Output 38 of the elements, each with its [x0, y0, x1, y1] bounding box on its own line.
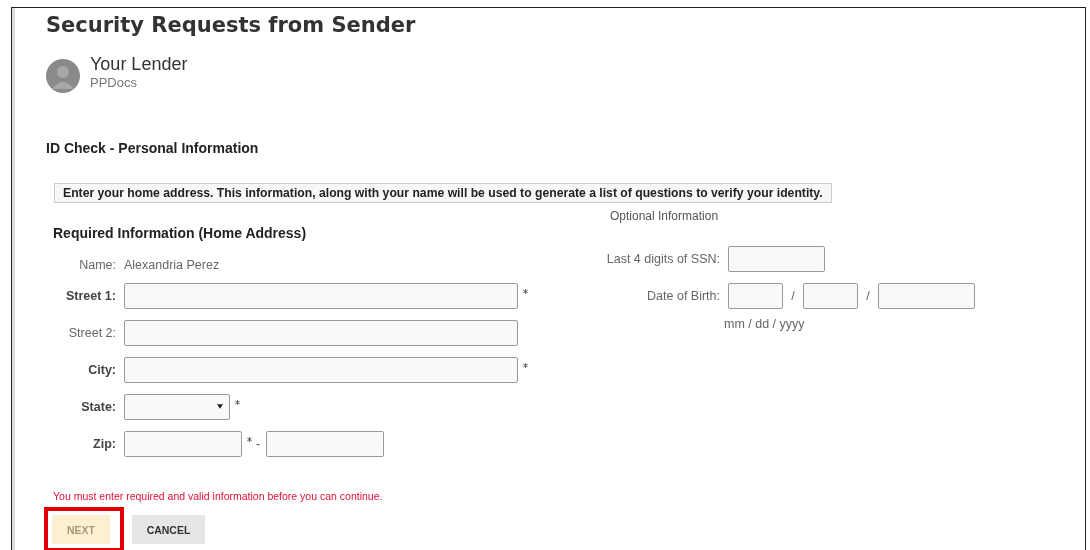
day-field[interactable] [803, 282, 858, 309]
cancel-button[interactable]: CANCEL [132, 515, 205, 544]
sender-name: Your Lender [90, 53, 188, 75]
field-label: State: [80, 399, 116, 414]
required-icon [247, 437, 252, 442]
state-dropdown[interactable] [124, 393, 230, 420]
date-format-hint: mm / dd / yyyy [724, 317, 805, 331]
birth-date-label: Date of Birth: [646, 288, 720, 303]
zip-field[interactable] [124, 430, 242, 457]
required-icon [523, 363, 528, 368]
section-title: ID Check - Personal Information [46, 140, 260, 156]
caret-icon [217, 404, 223, 409]
page-title: Security Requests from Sender [46, 12, 417, 39]
input-field[interactable] [124, 319, 518, 346]
year-field[interactable] [878, 282, 975, 309]
avatar-icon [46, 59, 80, 93]
ssn-field[interactable] [728, 245, 825, 272]
required-icon [235, 400, 240, 405]
field-label: Street 1: [64, 288, 116, 303]
field-label: Zip: [92, 436, 116, 451]
error-message: You must enter required and valid information before you can continue. [53, 490, 384, 502]
required-icon [523, 289, 528, 294]
zip-separator: - [256, 436, 260, 451]
field-label: Street 2: [67, 325, 116, 340]
name-value: Alexandria Perez [124, 258, 220, 272]
input-field[interactable] [124, 282, 518, 309]
date-separator: / [790, 288, 796, 303]
date-separator: / [865, 288, 871, 303]
field-label: City: [87, 362, 116, 377]
optional-heading: Optional Information [610, 209, 720, 223]
input-field[interactable] [124, 356, 518, 383]
name-label: Name: [78, 258, 116, 272]
notice-box: Enter your home address. This information, along with your name will be used to generate a list of questions to verify your identity. [54, 183, 832, 203]
required-heading: Required Information (Home Address) [53, 225, 308, 241]
sender-company: PPDocs [90, 75, 138, 90]
ssn-label: Last 4 digits of SSN: [605, 251, 720, 266]
month-field[interactable] [728, 282, 783, 309]
zip-extension-field[interactable] [266, 430, 384, 457]
